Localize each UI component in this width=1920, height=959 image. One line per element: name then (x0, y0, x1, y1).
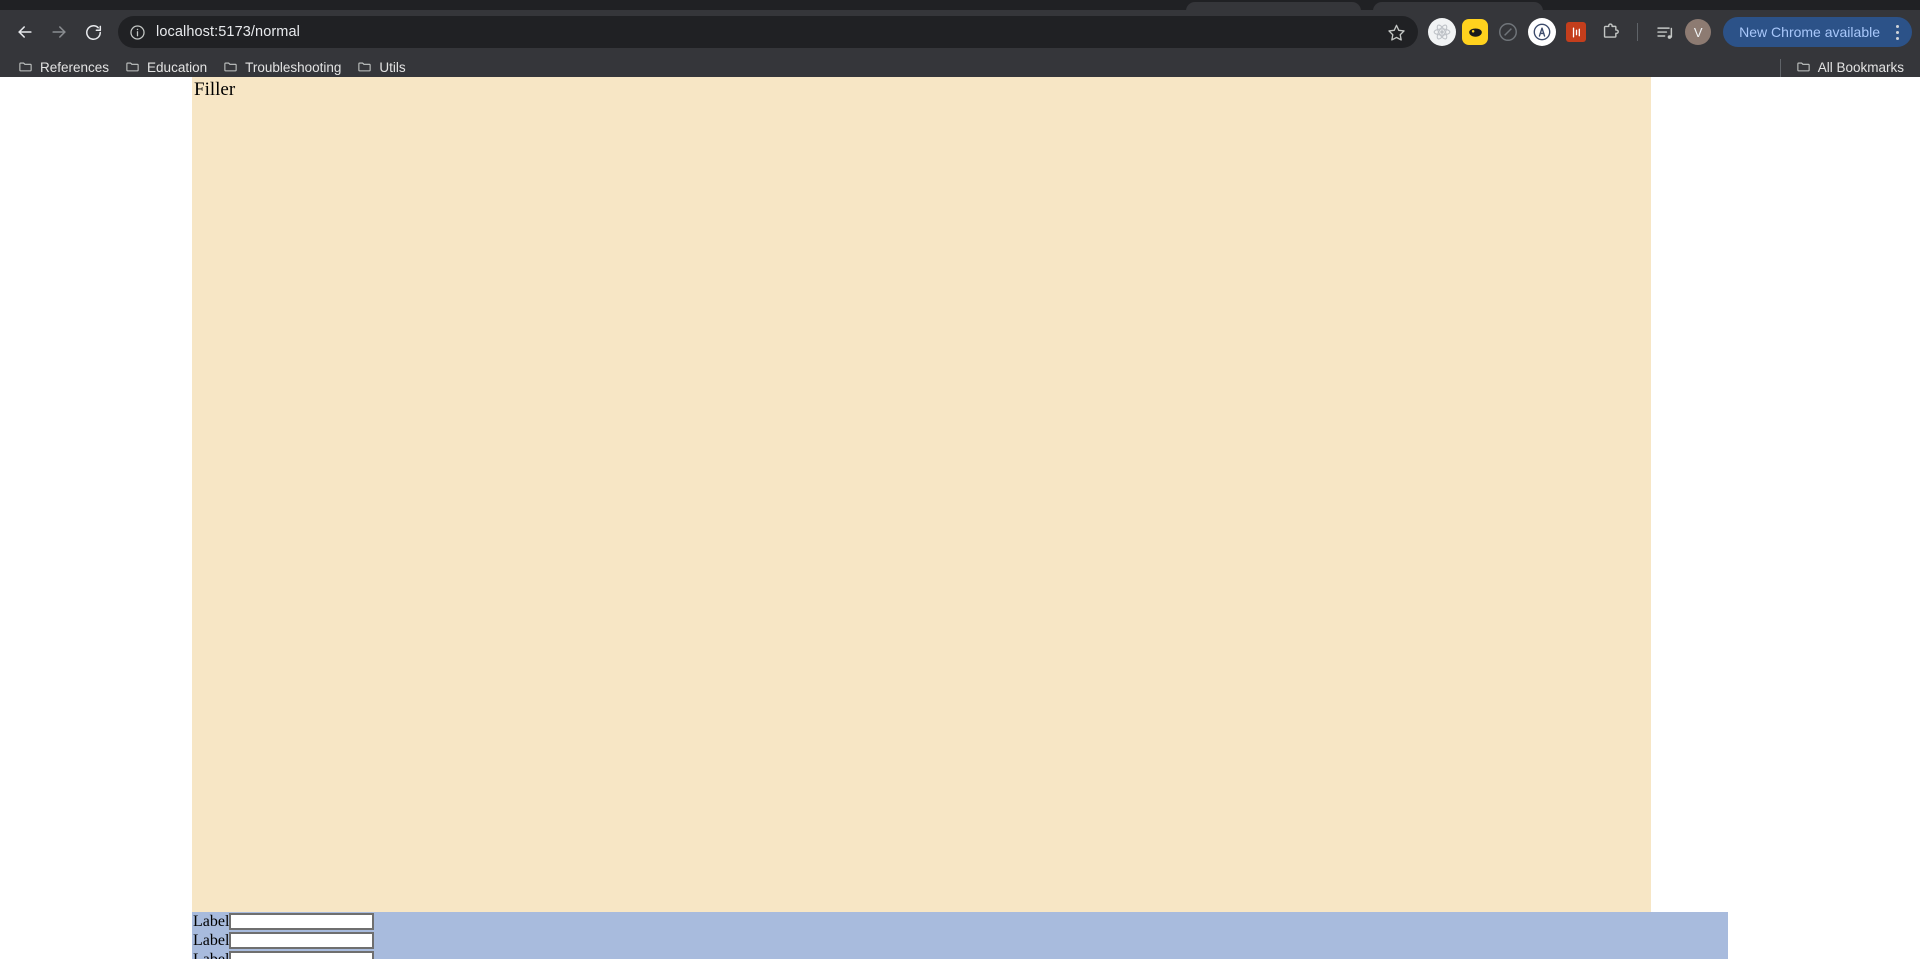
folder-icon (357, 59, 372, 77)
all-bookmarks-label: All Bookmarks (1817, 60, 1904, 75)
address-bar-url: localhost:5173/normal (156, 24, 300, 40)
field-label: Label (193, 950, 230, 959)
filler-text: Filler (194, 79, 236, 100)
address-bar[interactable]: localhost:5173/normal (118, 16, 1419, 48)
yellow-extension-icon[interactable] (1462, 19, 1489, 45)
bookmark-utils[interactable]: Utils (349, 56, 413, 80)
filler-panel: Filler (192, 77, 1651, 912)
forward-button[interactable] (42, 15, 76, 49)
bookmark-troubleshooting[interactable]: Troubleshooting (215, 56, 349, 80)
bookmark-label: Utils (379, 60, 406, 75)
react-devtools-extension-icon[interactable] (1428, 18, 1457, 46)
update-chrome-button[interactable]: New Chrome available (1723, 17, 1912, 47)
browser-window: localhost:5173/normal V New Chrome avail… (0, 0, 1920, 959)
bookmark-label: Education (147, 60, 208, 75)
extensions-puzzle-icon[interactable] (1596, 18, 1624, 46)
field-input[interactable] (229, 932, 375, 949)
all-bookmarks-button[interactable]: All Bookmarks (1788, 56, 1912, 80)
field-label: Label (193, 931, 230, 949)
toolbar-divider (1637, 23, 1639, 41)
tab-strip (0, 0, 1920, 10)
back-button[interactable] (8, 15, 42, 49)
browser-toolbar: localhost:5173/normal V New Chrome avail… (0, 10, 1920, 54)
reload-button[interactable] (76, 15, 110, 49)
bookmark-label: References (40, 60, 110, 75)
update-chrome-label: New Chrome available (1739, 24, 1880, 40)
bookmarks-divider (1779, 58, 1781, 77)
info-circle-icon[interactable] (124, 19, 150, 45)
folder-icon (125, 59, 140, 77)
star-icon[interactable] (1382, 18, 1410, 46)
field-label: Label (193, 912, 230, 930)
media-playlist-icon[interactable] (1651, 18, 1679, 46)
folder-icon (18, 59, 33, 77)
red-extension-icon[interactable] (1562, 18, 1590, 46)
accessibility-extension-icon[interactable] (1528, 18, 1557, 46)
form-field-row: Label (192, 931, 1728, 950)
bookmark-label: Troubleshooting (245, 60, 342, 75)
browser-tab[interactable] (1373, 2, 1543, 10)
field-input[interactable] (229, 913, 375, 930)
page-viewport: Filler Label Label Label Label (0, 77, 1920, 959)
all-bookmarks-area: All Bookmarks (1773, 56, 1912, 80)
form-field-row: Label (192, 912, 1728, 931)
bookmark-references[interactable]: References (10, 56, 117, 80)
folder-icon (223, 59, 238, 77)
browser-tab[interactable] (1186, 2, 1361, 10)
avatar[interactable]: V (1685, 19, 1712, 45)
bookmark-education[interactable]: Education (117, 56, 215, 80)
extensions-tray: V New Chrome available (1426, 17, 1912, 47)
folder-icon (1796, 59, 1811, 77)
form-panel: Label Label Label Label Label (192, 912, 1728, 959)
page-content: Filler Label Label Label Label (192, 77, 1728, 959)
kebab-menu-icon[interactable] (1888, 21, 1906, 43)
form-field-row: Label (192, 950, 1728, 959)
field-input[interactable] (229, 951, 375, 959)
disabled-extension-icon[interactable] (1494, 18, 1522, 46)
